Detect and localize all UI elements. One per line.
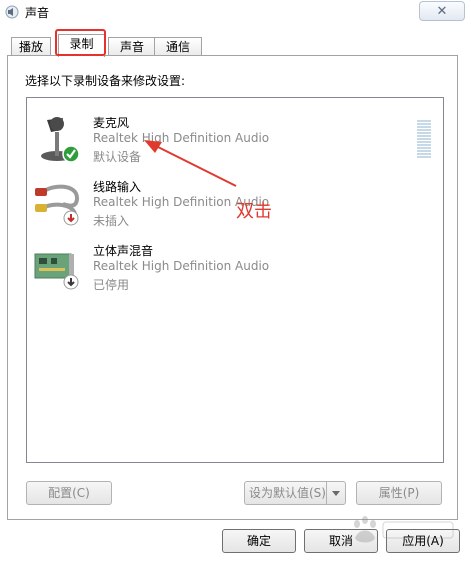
annotation-label: 双击	[236, 201, 272, 222]
device-name: 立体声混音	[93, 244, 154, 258]
device-item-stereo-mix[interactable]: 立体声混音 Realtek High Definition Audio 已停用	[27, 236, 407, 294]
device-status: 默认设备	[93, 150, 142, 164]
device-driver: Realtek High Definition Audio	[93, 131, 270, 145]
line-in-cable-icon	[35, 184, 80, 226]
tab-label: 播放	[18, 40, 43, 54]
device-status: 已停用	[93, 278, 130, 292]
tab-label: 声音	[119, 40, 144, 54]
close-button[interactable]: ✕	[419, 1, 465, 21]
instruction-text: 选择以下录制设备来修改设置:	[25, 74, 186, 88]
device-driver: Realtek High Definition Audio	[93, 259, 270, 273]
chevron-down-icon[interactable]	[326, 482, 345, 504]
ok-button[interactable]: 确定	[222, 529, 296, 553]
device-list[interactable]: 麦克风 Realtek High Definition Audio 默认设备 线…	[26, 97, 444, 463]
device-status: 未插入	[93, 214, 130, 228]
tab-playback[interactable]: 播放	[11, 37, 51, 56]
tab-sounds[interactable]: 声音	[108, 37, 156, 56]
sound-card-icon	[34, 253, 79, 290]
device-item-line-in[interactable]: 线路输入 Realtek High Definition Audio 未插入	[27, 172, 407, 230]
device-name: 线路输入	[93, 180, 142, 194]
configure-button[interactable]: 配置(C)	[26, 481, 112, 505]
set-default-label: 设为默认值(S)	[249, 486, 326, 500]
tab-communications[interactable]: 通信	[154, 37, 202, 56]
window-title: 声音	[25, 6, 50, 20]
device-item-microphone[interactable]: 麦克风 Realtek High Definition Audio 默认设备	[27, 108, 431, 166]
tab-highlight-box	[55, 29, 106, 56]
baidu-watermark-logo	[354, 516, 454, 543]
speaker-icon	[5, 5, 19, 19]
device-name: 麦克风	[93, 116, 130, 130]
microphone-icon	[41, 117, 80, 163]
close-icon: ✕	[436, 3, 448, 19]
set-default-button[interactable]: 设为默认值(S)	[244, 481, 346, 505]
title-bar: 声音 ✕	[0, 0, 471, 24]
level-meter	[417, 120, 431, 160]
properties-button[interactable]: 属性(P)	[356, 481, 442, 505]
tab-label: 通信	[165, 40, 190, 54]
